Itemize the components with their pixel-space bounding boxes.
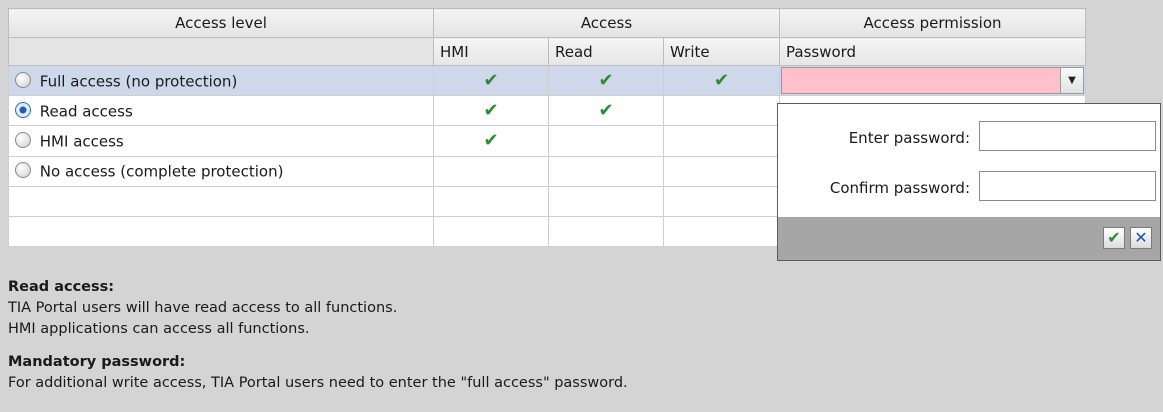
radio-no-access[interactable] [15, 162, 31, 179]
check-icon: ✔ [713, 69, 730, 91]
read-access-line: HMI applications can access all function… [8, 321, 310, 337]
access-level-cell[interactable]: Read access [8, 95, 434, 127]
hmi-check-cell: ✔ [433, 65, 549, 97]
description-panel: Read access: TIA Portal users will have … [8, 277, 1108, 394]
enter-password-field[interactable] [979, 121, 1156, 151]
radio-hmi-access[interactable] [15, 132, 31, 149]
confirm-password-field[interactable] [979, 171, 1156, 201]
read-check-cell [548, 155, 664, 187]
dropdown-arrow-icon[interactable]: ▼ [1060, 68, 1083, 94]
column-header-access[interactable]: Access [433, 7, 780, 39]
table-subheader-row: HMI Read Write Password [8, 37, 1086, 67]
empty-cell [548, 215, 664, 248]
write-check-cell [663, 155, 780, 187]
mandatory-password-heading: Mandatory password: [8, 354, 186, 370]
mandatory-password-line: For additional write access, TIA Portal … [8, 375, 628, 391]
empty-cell [663, 185, 780, 217]
access-level-label: HMI access [39, 132, 124, 151]
access-level-cell[interactable]: HMI access [8, 125, 434, 157]
access-level-label: No access (complete protection) [39, 162, 284, 181]
password-combobox[interactable]: ▼ [781, 67, 1084, 95]
write-check-cell [663, 125, 780, 157]
read-check-cell [548, 125, 664, 157]
column-header-hmi[interactable]: HMI [433, 37, 549, 67]
password-popup: Enter password: Confirm password: ✔ ✕ [777, 103, 1161, 261]
column-header-password[interactable]: Password [779, 37, 1086, 67]
radio-read-access[interactable] [15, 102, 31, 119]
empty-cell [663, 215, 780, 248]
write-check-cell [663, 95, 780, 127]
hmi-check-cell: ✔ [433, 95, 549, 127]
read-check-cell: ✔ [548, 95, 664, 127]
cancel-button[interactable]: ✕ [1130, 227, 1152, 249]
empty-cell [8, 215, 434, 248]
column-header-read[interactable]: Read [548, 37, 664, 67]
column-header-write[interactable]: Write [663, 37, 780, 67]
check-icon: ✔ [483, 130, 499, 152]
read-access-line: TIA Portal users will have read access t… [8, 300, 398, 316]
read-check-cell: ✔ [548, 65, 664, 97]
password-cell[interactable]: ▼ [779, 65, 1086, 97]
enter-password-row: Enter password: [778, 121, 1160, 153]
check-icon: ✔ [598, 99, 614, 121]
read-access-heading: Read access: [8, 279, 115, 295]
confirm-password-label: Confirm password: [829, 179, 970, 197]
check-icon: ✔ [483, 69, 499, 91]
empty-cell [548, 185, 664, 217]
table-header-row: Access level Access Access permission [8, 7, 1086, 39]
access-level-cell[interactable]: No access (complete protection) [8, 155, 434, 187]
checkmark-icon: ✔ [1107, 228, 1121, 247]
close-icon: ✕ [1134, 228, 1148, 247]
confirm-password-row: Confirm password: [778, 171, 1160, 203]
column-header-access-level[interactable]: Access level [8, 7, 434, 39]
access-level-label: Full access (no protection) [39, 72, 238, 91]
empty-cell [433, 185, 549, 217]
check-icon: ✔ [598, 69, 614, 91]
empty-cell [8, 185, 434, 217]
subheader-blank [8, 37, 434, 67]
confirm-button[interactable]: ✔ [1103, 227, 1125, 249]
empty-cell [433, 215, 549, 248]
write-check-cell: ✔ [663, 65, 780, 97]
enter-password-label: Enter password: [848, 129, 970, 147]
hmi-check-cell [433, 155, 549, 187]
table-row-full-access[interactable]: Full access (no protection) ✔ ✔ ✔ ▼ [8, 65, 1086, 97]
check-icon: ✔ [483, 99, 499, 121]
column-header-access-permission[interactable]: Access permission [779, 7, 1086, 39]
access-level-label: Read access [39, 102, 133, 121]
popup-button-bar: ✔ ✕ [778, 217, 1160, 260]
radio-full-access[interactable] [15, 72, 31, 89]
hmi-check-cell: ✔ [433, 125, 549, 157]
access-level-cell[interactable]: Full access (no protection) [8, 65, 434, 97]
